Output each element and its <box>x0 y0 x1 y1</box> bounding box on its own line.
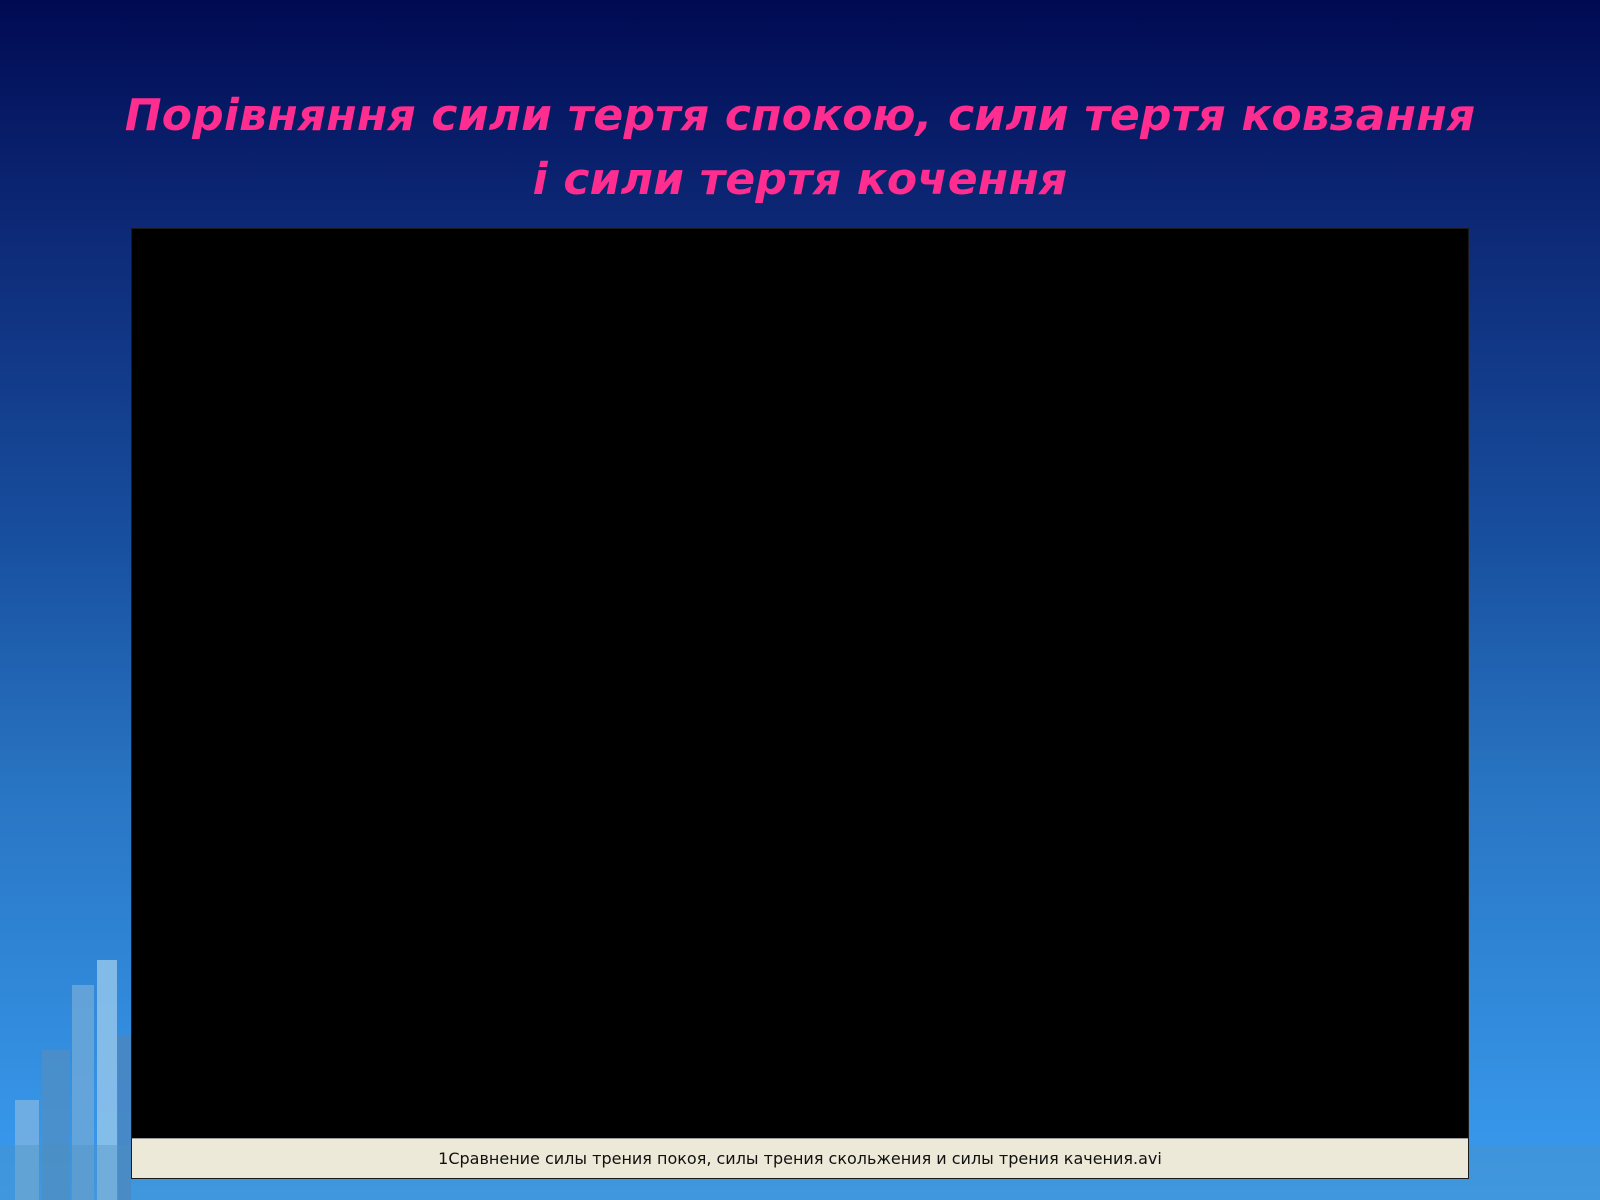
video-player[interactable]: 1Сравнение силы трения покоя, силы трени… <box>131 228 1469 1179</box>
video-display[interactable] <box>132 229 1468 1137</box>
slide-title: Порівняння сили тертя спокою, сили тертя… <box>124 90 1476 205</box>
video-filename: 1Сравнение силы трения покоя, силы трени… <box>438 1149 1162 1168</box>
video-filename-bar: 1Сравнение силы трения покоя, силы трени… <box>132 1138 1468 1178</box>
